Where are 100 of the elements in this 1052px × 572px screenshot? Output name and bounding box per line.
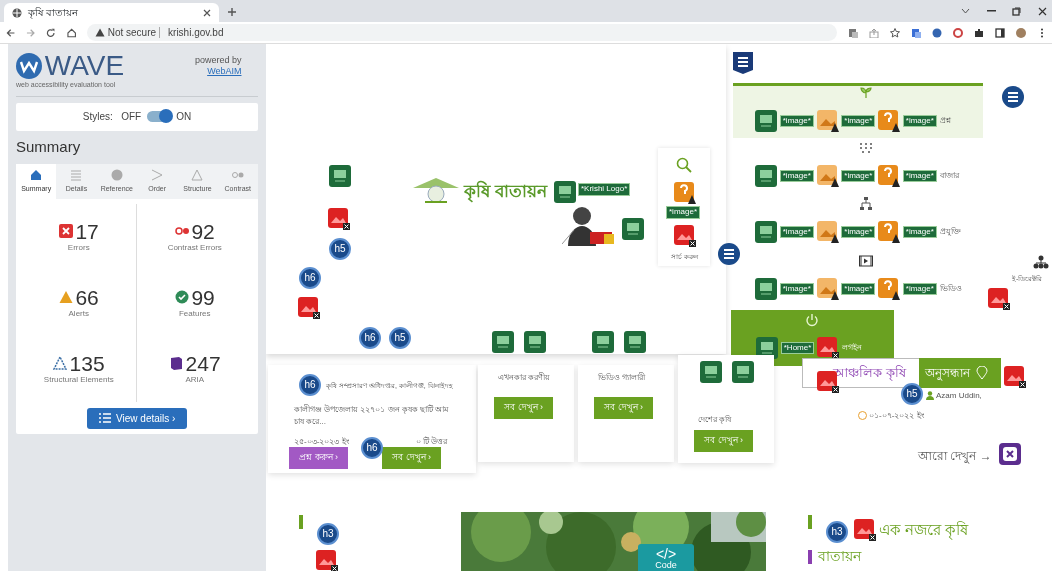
warning-icon xyxy=(58,290,73,304)
address-bar[interactable]: Not secure krishi.gov.bd xyxy=(86,24,837,41)
alt-text-label: *image* xyxy=(841,225,876,239)
search-icon[interactable] xyxy=(676,157,692,173)
extension-icon[interactable] xyxy=(931,27,942,38)
card-title: ভিডিও গ্যালারী xyxy=(598,372,646,384)
question-marker-icon xyxy=(878,221,901,243)
minimize-icon[interactable] xyxy=(986,10,996,12)
nav-link[interactable]: বাজার xyxy=(939,170,959,182)
image-marker-icon xyxy=(755,165,777,187)
heading-marker: h3 xyxy=(317,523,339,545)
error-marker-icon xyxy=(988,288,1010,310)
url-text: krishi.gov.bd xyxy=(168,26,224,40)
summary-heading: Summary xyxy=(16,137,82,157)
stat-label: Structural Elements xyxy=(43,373,114,386)
heading-marker: h5 xyxy=(901,383,923,405)
question-marker-icon xyxy=(878,165,901,187)
contrast-icon xyxy=(174,224,189,238)
check-icon xyxy=(174,290,189,304)
webaim-link[interactable]: WebAIM xyxy=(194,65,242,77)
off-label: OFF xyxy=(121,110,142,124)
nav-link[interactable]: ভিডিও xyxy=(939,283,962,295)
close-icon[interactable] xyxy=(203,8,211,17)
clock-icon xyxy=(858,411,867,420)
error-marker-icon xyxy=(817,337,840,359)
back-icon[interactable] xyxy=(5,27,15,38)
puzzle-icon[interactable] xyxy=(973,27,984,38)
styles-toggle[interactable] xyxy=(146,111,171,122)
ask-question-button[interactable]: প্রশ্ন করুন › xyxy=(289,447,348,469)
nav-link[interactable]: প্রশ্ন xyxy=(939,115,951,127)
extension-icon[interactable] xyxy=(952,27,963,38)
info-icon xyxy=(109,168,124,182)
star-icon[interactable] xyxy=(889,27,900,38)
translate-icon[interactable] xyxy=(847,27,858,38)
image-marker-icon xyxy=(329,165,351,187)
view-details-button[interactable]: View details › xyxy=(86,407,188,429)
new-tab-icon[interactable] xyxy=(227,7,237,17)
share-icon[interactable] xyxy=(868,27,879,38)
image-marker-icon xyxy=(554,181,576,203)
more-link[interactable]: আরো দেখুন → xyxy=(918,447,992,465)
avatar-icon[interactable] xyxy=(1015,27,1026,38)
error-marker-icon xyxy=(854,519,876,541)
image-alert-icon xyxy=(816,165,839,187)
stat-count: 99 xyxy=(191,286,215,308)
alt-text-label: *image* xyxy=(902,282,937,296)
person-icon xyxy=(926,391,934,400)
heading-marker: h3 xyxy=(826,521,848,543)
question-marker-icon xyxy=(878,278,901,300)
error-marker-icon xyxy=(674,225,696,247)
error-icon xyxy=(58,224,73,238)
globe-icon xyxy=(12,7,22,18)
power-icon[interactable] xyxy=(805,313,819,327)
image-marker-icon xyxy=(592,331,614,353)
chevron-down-icon[interactable] xyxy=(961,8,970,14)
list-icon xyxy=(98,413,111,423)
cube-icon xyxy=(168,356,183,370)
alt-text-label: *image* xyxy=(779,282,814,296)
stat-label: Contrast Errors xyxy=(167,241,222,254)
stat-label: Features xyxy=(178,307,211,320)
error-marker-icon xyxy=(1004,366,1026,388)
reload-icon[interactable] xyxy=(46,27,56,38)
restore-icon[interactable] xyxy=(1012,6,1021,16)
date-text: ২৫-০৩-২০২৩ ইং xyxy=(294,436,349,448)
home-icon[interactable] xyxy=(66,27,76,38)
close-icon[interactable] xyxy=(1037,6,1047,16)
stat-label: ARIA xyxy=(185,373,205,386)
dots-grid-icon xyxy=(859,141,873,155)
image-marker-icon xyxy=(755,221,777,243)
stat-count: 66 xyxy=(75,286,99,308)
order-icon xyxy=(150,168,165,182)
org-chart-icon xyxy=(1033,255,1049,269)
side-panel-icon[interactable] xyxy=(994,27,1005,38)
image-marker-icon xyxy=(622,218,644,240)
image-marker-icon xyxy=(492,331,514,353)
browser-tab[interactable]: কৃষি বাতায়ন xyxy=(4,3,219,22)
card-title: এখনকার করণীয় xyxy=(498,372,551,384)
nav-link[interactable]: প্রযুক্তি xyxy=(939,226,961,238)
location-icon xyxy=(975,366,988,380)
security-label: Not secure xyxy=(107,26,157,40)
regional-link[interactable]: আঞ্চলিক কৃষি xyxy=(802,358,920,388)
question-marker-icon xyxy=(878,110,901,132)
answers-text: ০ টি উত্তর xyxy=(416,436,448,448)
powered-by-label: powered by xyxy=(194,54,242,66)
stat-count: 17 xyxy=(75,220,99,242)
section-subheading: বাতায়ন xyxy=(818,547,861,566)
alt-text-label: *image* xyxy=(841,282,876,296)
extension-icon[interactable] xyxy=(910,27,921,38)
image-alert-icon xyxy=(816,221,839,243)
styles-label: Styles: xyxy=(82,110,113,124)
error-marker-icon xyxy=(328,208,350,230)
aria-marker-icon xyxy=(999,443,1021,465)
stat-count: 247 xyxy=(185,352,221,374)
structure-icon xyxy=(190,168,205,182)
date-text: ০১-০৭-২০২২ ইং xyxy=(869,410,924,422)
author-text: Azam Uddin, xyxy=(936,390,982,402)
warning-icon xyxy=(94,28,105,37)
hierarchy-icon xyxy=(859,197,873,211)
image-marker-icon xyxy=(700,361,722,383)
image-marker-icon xyxy=(624,331,646,353)
image-alert-icon xyxy=(816,110,839,132)
